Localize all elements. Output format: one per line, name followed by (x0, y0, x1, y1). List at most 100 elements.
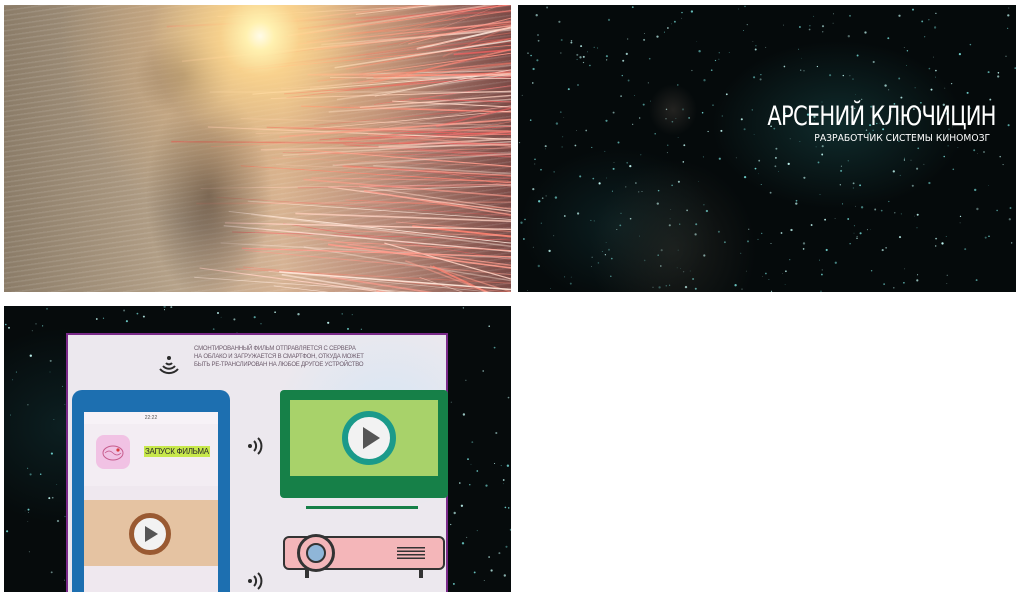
star (853, 225, 855, 227)
star (859, 184, 862, 187)
star (803, 176, 806, 179)
star (923, 163, 925, 165)
star (41, 325, 44, 327)
play-icon[interactable] (342, 411, 396, 465)
person-silhouette (558, 80, 788, 292)
star (39, 473, 42, 475)
star (351, 314, 353, 316)
star (984, 236, 987, 239)
star (997, 72, 1000, 74)
star (999, 155, 1001, 158)
star (822, 31, 824, 33)
star (503, 483, 504, 485)
star (866, 229, 868, 231)
star (903, 47, 905, 48)
star (906, 50, 909, 52)
star (856, 235, 858, 237)
star (163, 309, 166, 311)
star (820, 273, 823, 276)
star (821, 145, 824, 148)
star (795, 199, 798, 202)
star (53, 419, 55, 420)
star (498, 552, 501, 555)
star (490, 569, 493, 572)
star (450, 523, 452, 526)
launch-film-label[interactable]: ЗАПУСК ФИЛЬМА (144, 446, 210, 457)
star (27, 521, 29, 522)
star (853, 232, 855, 234)
star (527, 52, 529, 54)
star (884, 84, 887, 87)
star (260, 323, 262, 325)
frame-title-card: АРСЕНИЙ КЛЮЧИЦИН РАЗРАБОТЧИК СИСТЕМЫ КИН… (518, 5, 1016, 292)
star (558, 20, 561, 23)
star (537, 39, 540, 42)
star (504, 506, 507, 509)
star (934, 245, 937, 247)
star (941, 242, 944, 245)
star (346, 327, 350, 330)
star (540, 168, 542, 171)
star (1007, 14, 1010, 17)
star (947, 145, 949, 147)
star (789, 138, 791, 140)
star (842, 74, 844, 77)
star (945, 236, 947, 237)
star (959, 215, 962, 218)
star (505, 545, 508, 548)
star (170, 306, 173, 309)
star (904, 157, 905, 159)
star (790, 228, 793, 232)
star (500, 465, 502, 467)
star (754, 48, 757, 51)
star (798, 26, 801, 28)
phone-video-thumbnail[interactable] (84, 500, 218, 566)
star (928, 67, 931, 70)
star (49, 371, 51, 373)
star (545, 195, 547, 197)
wifi-icon (159, 356, 179, 375)
star (840, 165, 842, 167)
process-description: СМОНТИРОВАННЫЙ ФИЛЬМ ОТПРАВЛЯЕТСЯ С СЕРВ… (194, 346, 364, 368)
star (51, 496, 54, 499)
brain-icon[interactable] (96, 435, 130, 469)
tv-stand (306, 506, 418, 509)
star (540, 222, 542, 224)
star (29, 354, 32, 357)
tv-screen (290, 400, 438, 476)
star (911, 184, 914, 187)
phone-screen: 22:22 ЗАПУСК ФИЛЬМА (84, 412, 218, 592)
star (952, 168, 955, 171)
star (898, 236, 902, 239)
star (888, 200, 890, 203)
play-icon[interactable] (129, 513, 171, 555)
star (856, 237, 858, 240)
star (5, 323, 7, 326)
star (808, 28, 811, 31)
star (136, 312, 139, 315)
star (883, 283, 885, 285)
star (934, 76, 937, 78)
star (327, 321, 330, 324)
star (548, 249, 551, 253)
star (718, 52, 720, 54)
star (10, 414, 12, 416)
star (233, 318, 236, 321)
star (928, 19, 930, 21)
star (483, 579, 485, 582)
star (582, 61, 585, 64)
star (46, 308, 48, 310)
app-launch-row[interactable]: ЗАПУСК ФИЛЬМА (84, 424, 218, 486)
star (471, 441, 474, 444)
star (545, 148, 546, 150)
star (49, 359, 52, 362)
star (737, 8, 739, 10)
star (975, 279, 978, 282)
star (983, 151, 985, 153)
star (798, 48, 800, 50)
star (888, 89, 890, 91)
star (916, 227, 918, 229)
star (450, 401, 452, 403)
star (996, 209, 998, 212)
star (935, 237, 938, 240)
